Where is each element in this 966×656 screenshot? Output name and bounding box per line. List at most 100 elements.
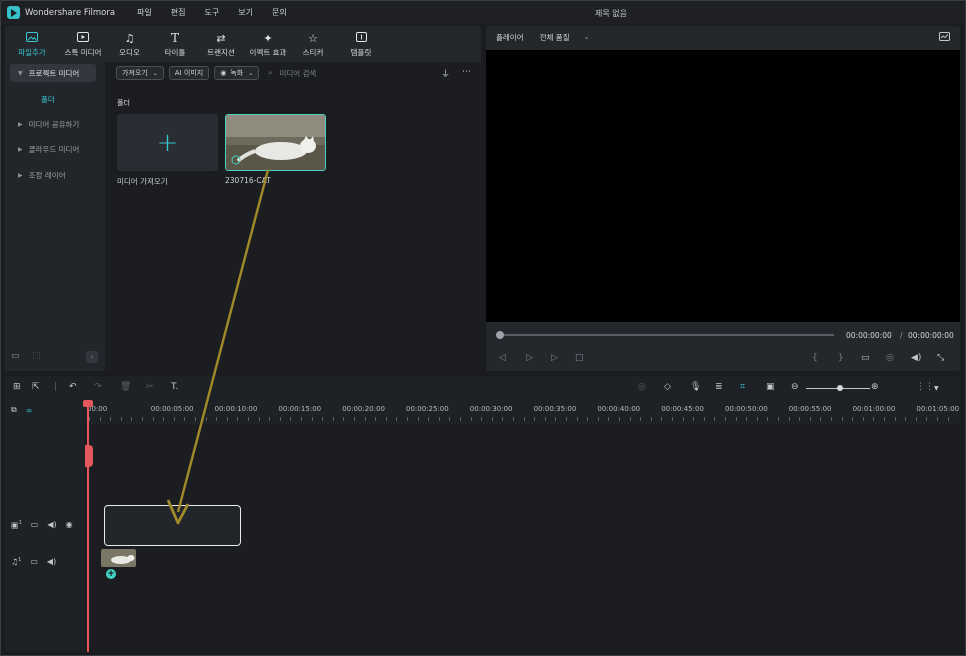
ai-image-button[interactable]: AI 이미지 bbox=[168, 66, 210, 80]
playhead-line[interactable] bbox=[87, 401, 89, 652]
step-back-icon[interactable]: ▷ bbox=[526, 353, 533, 363]
grid-dots-icon[interactable]: ⋮⋮ bbox=[916, 382, 934, 392]
menu-view[interactable]: 보기 bbox=[238, 7, 253, 18]
search-icon: ⌕ bbox=[268, 68, 273, 77]
sidebar-item-folder[interactable]: 폴더 bbox=[41, 94, 55, 105]
text-tool-icon[interactable]: T. bbox=[171, 382, 178, 392]
ruler-time-label: 00:01:05:00 bbox=[916, 405, 960, 413]
volume-icon[interactable]: ◀) bbox=[911, 353, 921, 363]
ruler-tick bbox=[428, 417, 430, 421]
sidebar-item-adjustment-layer[interactable]: ▶ 조정 레이어 bbox=[10, 166, 96, 184]
menu-help[interactable]: 문의 bbox=[272, 7, 287, 18]
play-icon[interactable]: ▷ bbox=[551, 353, 558, 363]
ruler-tick bbox=[396, 417, 398, 421]
media-sidebar: ▼ 프로젝트 미디어 폴더 ▶ 미디어 공유하기 ▶ 클라우드 미디어 ▶ 조정… bbox=[5, 62, 105, 371]
filter-icon[interactable]: ⏚ bbox=[441, 67, 450, 80]
select-tool-icon[interactable]: ⇱ bbox=[32, 382, 40, 392]
search-input[interactable] bbox=[279, 68, 400, 78]
tool-media[interactable]: 파일추가 bbox=[5, 26, 59, 62]
delete-icon[interactable]: 🗑 bbox=[120, 382, 131, 392]
add-track-icon[interactable]: ⧉ bbox=[11, 405, 17, 415]
ruler-tick bbox=[481, 417, 483, 421]
playhead-marker[interactable] bbox=[83, 400, 93, 407]
redo-icon[interactable]: ↷ bbox=[94, 382, 102, 392]
progress-scrubber[interactable] bbox=[498, 334, 834, 336]
quality-dropdown[interactable]: 전체 품질 bbox=[540, 32, 570, 43]
snapshot-icon[interactable]: ◎ bbox=[886, 353, 894, 363]
undo-icon[interactable]: ↶ bbox=[69, 382, 77, 392]
stop-icon[interactable]: □ bbox=[575, 353, 584, 363]
tool-stickers[interactable]: ☆ 스티커 bbox=[292, 26, 334, 62]
add-track-controls: ⧉ ∞ bbox=[11, 405, 41, 415]
menu-file[interactable]: 파일 bbox=[137, 7, 152, 18]
video-track-icon: ▣1 bbox=[11, 520, 22, 530]
chevron-down-icon[interactable]: ⌄ bbox=[584, 33, 590, 41]
caret-down-icon: ▼ bbox=[18, 69, 23, 77]
scrubber-handle[interactable] bbox=[496, 331, 504, 339]
caret-right-icon: ▶ bbox=[18, 120, 23, 128]
ruler-tick bbox=[841, 417, 843, 421]
add-item-icon[interactable]: ⬚ bbox=[32, 351, 41, 361]
ruler-time-label: 00:00:20:00 bbox=[342, 405, 385, 413]
tool-audio[interactable]: ♫ 오디오 bbox=[107, 26, 152, 62]
folder-icon[interactable]: ▭ bbox=[31, 520, 39, 529]
render-icon[interactable]: ◎ bbox=[638, 382, 646, 392]
tool-transitions[interactable]: ⇄ 트랜지션 bbox=[198, 26, 244, 62]
import-dropdown[interactable]: 가져오기 ⌄ bbox=[116, 66, 164, 80]
zoom-in-icon[interactable]: ⊕ bbox=[871, 382, 879, 392]
layout-icon[interactable]: ⊞ bbox=[13, 382, 21, 392]
mic-icon[interactable]: 🎙 bbox=[690, 382, 701, 392]
speaker-icon[interactable]: ◀) bbox=[47, 520, 56, 529]
collapse-sidebar-icon[interactable]: ‹ bbox=[86, 351, 98, 363]
tool-stock-media[interactable]: 스톡 미디어 bbox=[59, 26, 107, 62]
folder-icon[interactable]: ▭ bbox=[30, 557, 38, 566]
caret-right-icon: ▶ bbox=[18, 145, 23, 153]
sidebar-footer: ▭ ⬚ ‹ bbox=[11, 351, 99, 363]
mark-in-icon[interactable]: { bbox=[812, 353, 818, 363]
more-options-icon[interactable]: ⋯ bbox=[462, 67, 471, 80]
time-ruler[interactable]: 00:00 00:00:05:00 00:00:10:00 00:00:15:00 00… bbox=[85, 400, 960, 424]
media-panel: 파일추가 스톡 미디어 ♫ 오디오 T 타이틀 ⇄ 트랜지션 ✦ 이펙트 효과 … bbox=[5, 26, 481, 371]
mark-out-icon[interactable]: } bbox=[838, 353, 844, 363]
marker-icon[interactable]: ◇ bbox=[664, 382, 671, 392]
tool-effects[interactable]: ✦ 이펙트 효과 bbox=[244, 26, 292, 62]
ruler-tick bbox=[491, 417, 493, 421]
sidebar-item-project-media[interactable]: ▼ 프로젝트 미디어 bbox=[10, 64, 96, 82]
ruler-tick bbox=[894, 417, 896, 421]
new-folder-icon[interactable]: ▭ bbox=[11, 351, 20, 361]
timeline-panel: ⊞ ⇱ | ↶ ↷ 🗑 ✂ T. ◎ ◇ 🎙 ≣ ⌗ ▣ ⊖ ⊕ ⋮⋮ ▼ ⧉ … bbox=[5, 376, 960, 652]
ruler-tick bbox=[269, 417, 271, 421]
previous-frame-icon[interactable]: ◁ bbox=[499, 353, 506, 363]
preview-screen[interactable] bbox=[486, 50, 960, 322]
audio-mix-icon[interactable]: ≣ bbox=[715, 382, 723, 392]
display-icon[interactable]: ▭ bbox=[861, 353, 870, 363]
snap-icon[interactable]: ⌗ bbox=[740, 382, 745, 392]
ruler-tick bbox=[555, 417, 557, 421]
menu-edit[interactable]: 편집 bbox=[171, 7, 186, 18]
total-time: 00:00:00:00 bbox=[908, 331, 954, 340]
ruler-tick bbox=[470, 417, 472, 421]
record-dropdown[interactable]: ◉ 녹화 ⌄ bbox=[214, 66, 260, 80]
menu-tools[interactable]: 도구 bbox=[205, 7, 220, 18]
cut-icon[interactable]: ✂ bbox=[146, 382, 154, 392]
ruler-time-label: 00:00:40:00 bbox=[597, 405, 641, 413]
media-clip-thumbnail[interactable] bbox=[225, 114, 326, 171]
tool-titles[interactable]: T 타이틀 bbox=[152, 26, 198, 62]
ruler-tick bbox=[831, 417, 832, 421]
fullscreen-icon[interactable]: ⤡ bbox=[937, 353, 944, 363]
playhead-handle[interactable] bbox=[85, 445, 93, 467]
import-media-tile[interactable]: + bbox=[117, 114, 218, 171]
pip-icon[interactable]: ▣ bbox=[766, 382, 775, 392]
scope-icon[interactable] bbox=[939, 32, 950, 44]
zoom-slider-handle[interactable] bbox=[837, 385, 843, 391]
ruler-tick bbox=[364, 417, 366, 421]
chevron-down-icon[interactable]: ▼ bbox=[934, 385, 939, 392]
eye-icon[interactable]: ◉ bbox=[66, 520, 73, 529]
search-box: ⌕ bbox=[268, 68, 400, 78]
speaker-icon[interactable]: ◀) bbox=[47, 557, 56, 566]
tool-templates[interactable]: 템플릿 bbox=[334, 26, 388, 62]
sidebar-item-shared-media[interactable]: ▶ 미디어 공유하기 bbox=[10, 115, 96, 133]
link-icon[interactable]: ∞ bbox=[26, 406, 33, 415]
sidebar-item-cloud-media[interactable]: ▶ 클라우드 미디어 bbox=[10, 140, 96, 158]
zoom-out-icon[interactable]: ⊖ bbox=[791, 382, 799, 392]
